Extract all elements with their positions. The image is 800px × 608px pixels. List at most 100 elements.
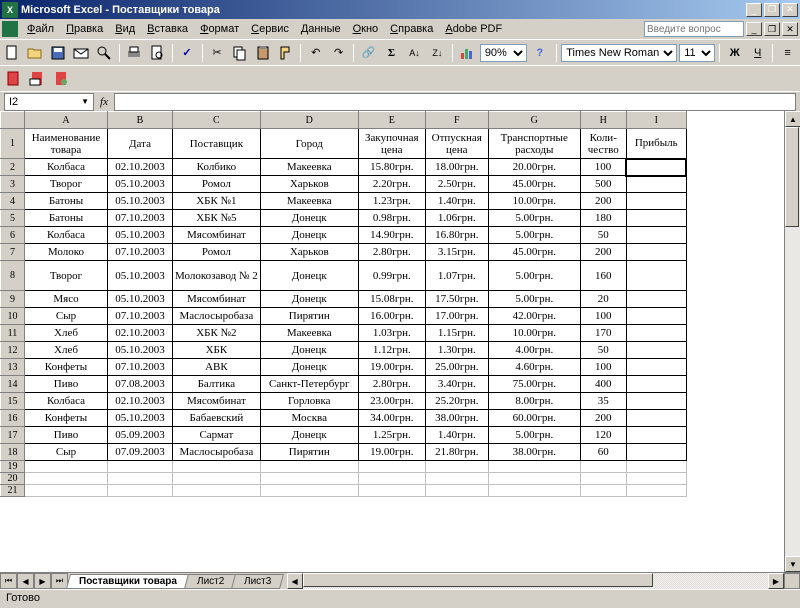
autosum-button[interactable]: Σ bbox=[381, 42, 402, 64]
cell[interactable]: 2.20грн. bbox=[358, 176, 425, 193]
cell[interactable] bbox=[25, 473, 108, 485]
cell[interactable]: 1.12грн. bbox=[358, 342, 425, 359]
cell[interactable]: Ромол bbox=[173, 244, 261, 261]
paste-button[interactable] bbox=[252, 42, 273, 64]
row-header-3[interactable]: 3 bbox=[1, 176, 25, 193]
cell[interactable]: Горловка bbox=[260, 393, 358, 410]
table-header[interactable]: Наименование товара bbox=[25, 129, 108, 159]
row-header-5[interactable]: 5 bbox=[1, 210, 25, 227]
cell[interactable]: Колбаса bbox=[25, 227, 108, 244]
minimize-button[interactable]: _ bbox=[746, 3, 762, 17]
cell[interactable] bbox=[626, 227, 686, 244]
row-header-6[interactable]: 6 bbox=[1, 227, 25, 244]
cell[interactable]: 14.90грн. bbox=[358, 227, 425, 244]
cell[interactable]: АВК bbox=[173, 359, 261, 376]
menu-Справка[interactable]: Справка bbox=[384, 21, 439, 37]
cell[interactable]: 18.00грн. bbox=[425, 159, 488, 176]
cell[interactable] bbox=[580, 485, 626, 497]
font-name-combo[interactable]: Times New Roman bbox=[561, 44, 677, 62]
cell[interactable]: 38.00грн. bbox=[425, 410, 488, 427]
cell[interactable] bbox=[260, 485, 358, 497]
horizontal-scrollbar[interactable]: ◀ ▶ bbox=[287, 573, 784, 589]
cell[interactable] bbox=[626, 244, 686, 261]
cell[interactable]: 02.10.2003 bbox=[108, 325, 173, 342]
cell[interactable]: ХБК №5 bbox=[173, 210, 261, 227]
cell[interactable]: 20 bbox=[580, 291, 626, 308]
cell[interactable]: Хлеб bbox=[25, 342, 108, 359]
scroll-down-button[interactable]: ▼ bbox=[785, 556, 800, 572]
cell[interactable] bbox=[626, 325, 686, 342]
cell[interactable]: 2.50грн. bbox=[425, 176, 488, 193]
cell[interactable]: 0.98грн. bbox=[358, 210, 425, 227]
cell[interactable]: 200 bbox=[580, 244, 626, 261]
cell[interactable]: 1.23грн. bbox=[358, 193, 425, 210]
cell[interactable] bbox=[626, 176, 686, 193]
cell[interactable]: 1.03грн. bbox=[358, 325, 425, 342]
formula-bar[interactable] bbox=[114, 93, 796, 111]
cell[interactable]: Москва bbox=[260, 410, 358, 427]
cell[interactable]: Сармат bbox=[173, 427, 261, 444]
cell[interactable]: Творог bbox=[25, 261, 108, 291]
cell[interactable]: Сыр bbox=[25, 308, 108, 325]
cell[interactable]: 16.80грн. bbox=[425, 227, 488, 244]
menu-Окно[interactable]: Окно bbox=[347, 21, 385, 37]
cell[interactable]: 05.10.2003 bbox=[108, 227, 173, 244]
menu-Вид[interactable]: Вид bbox=[109, 21, 141, 37]
cell[interactable]: 160 bbox=[580, 261, 626, 291]
sheet-tab[interactable]: Лист2 bbox=[184, 574, 237, 589]
cell[interactable]: Колбико bbox=[173, 159, 261, 176]
close-button[interactable]: ✕ bbox=[782, 3, 798, 17]
tab-first-button[interactable]: ⏮ bbox=[0, 573, 17, 589]
cell[interactable]: 07.10.2003 bbox=[108, 210, 173, 227]
cell[interactable] bbox=[626, 291, 686, 308]
select-all-corner[interactable] bbox=[1, 112, 25, 129]
name-box[interactable]: I2▼ bbox=[4, 93, 94, 111]
menu-Adobe PDF[interactable]: Adobe PDF bbox=[439, 21, 508, 37]
cell[interactable] bbox=[358, 485, 425, 497]
cell[interactable]: 50 bbox=[580, 342, 626, 359]
cell[interactable]: 05.10.2003 bbox=[108, 291, 173, 308]
cell[interactable]: 10.00грн. bbox=[488, 193, 580, 210]
help-search-input[interactable] bbox=[644, 21, 744, 37]
cell[interactable] bbox=[626, 393, 686, 410]
cell[interactable] bbox=[358, 473, 425, 485]
cell[interactable]: Творог bbox=[25, 176, 108, 193]
cell[interactable]: 07.08.2003 bbox=[108, 376, 173, 393]
cell[interactable] bbox=[108, 473, 173, 485]
cell[interactable]: Колбаса bbox=[25, 159, 108, 176]
cell[interactable]: Конфеты bbox=[25, 359, 108, 376]
cell[interactable] bbox=[358, 461, 425, 473]
bold-button[interactable]: Ж bbox=[724, 42, 745, 64]
menu-Правка[interactable]: Правка bbox=[60, 21, 109, 37]
doc-minimize-button[interactable]: _ bbox=[746, 22, 762, 36]
cell[interactable]: 1.07грн. bbox=[425, 261, 488, 291]
cell[interactable]: 21.80грн. bbox=[425, 444, 488, 461]
row-header-20[interactable]: 20 bbox=[1, 473, 25, 485]
cell[interactable]: Пирятин bbox=[260, 308, 358, 325]
row-header-13[interactable]: 13 bbox=[1, 359, 25, 376]
row-header-10[interactable]: 10 bbox=[1, 308, 25, 325]
cell[interactable] bbox=[488, 473, 580, 485]
cell[interactable]: 19.00грн. bbox=[358, 444, 425, 461]
tab-next-button[interactable]: ▶ bbox=[34, 573, 51, 589]
cell[interactable]: 60.00грн. bbox=[488, 410, 580, 427]
row-header-15[interactable]: 15 bbox=[1, 393, 25, 410]
cell[interactable]: Сыр bbox=[25, 444, 108, 461]
cell[interactable]: Пиво bbox=[25, 427, 108, 444]
cell[interactable]: ХБК №2 bbox=[173, 325, 261, 342]
cell[interactable]: 23.00грн. bbox=[358, 393, 425, 410]
row-header-18[interactable]: 18 bbox=[1, 444, 25, 461]
cell[interactable] bbox=[580, 461, 626, 473]
row-header-17[interactable]: 17 bbox=[1, 427, 25, 444]
cell[interactable] bbox=[626, 261, 686, 291]
cell[interactable]: 19.00грн. bbox=[358, 359, 425, 376]
cell[interactable]: 5.00грн. bbox=[488, 291, 580, 308]
table-header[interactable]: Закупочная цена bbox=[358, 129, 425, 159]
cell[interactable]: 100 bbox=[580, 308, 626, 325]
col-header-H[interactable]: H bbox=[580, 112, 626, 129]
row-header-7[interactable]: 7 bbox=[1, 244, 25, 261]
cell[interactable]: Макеевка bbox=[260, 193, 358, 210]
email-button[interactable] bbox=[71, 42, 92, 64]
cell[interactable] bbox=[580, 473, 626, 485]
cell[interactable]: 100 bbox=[580, 359, 626, 376]
